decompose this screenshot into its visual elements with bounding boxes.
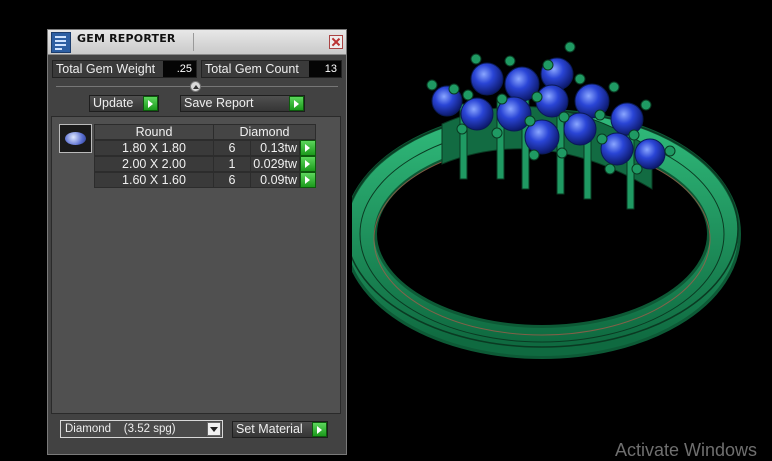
total-gem-weight: Total Gem Weight .25 xyxy=(52,60,197,78)
gem-weight: 0.029tw xyxy=(250,156,300,172)
round-gem-icon[interactable] xyxy=(59,124,92,153)
play-arrow-icon xyxy=(312,422,327,437)
gem-reporter-panel: GEM REPORTER Total Gem Weight .25 Total … xyxy=(47,29,347,455)
ring-model xyxy=(343,41,741,359)
gem-weight: 0.09tw xyxy=(250,172,300,188)
ring-band xyxy=(346,112,738,356)
gem-size: 1.60 X 1.60 xyxy=(94,172,214,188)
title-bar[interactable]: GEM REPORTER xyxy=(48,30,346,55)
window-title: GEM REPORTER xyxy=(77,32,176,45)
total-gem-weight-value: .25 xyxy=(163,61,196,77)
save-report-button[interactable]: Save Report xyxy=(180,95,305,112)
material-select-value: Diamond (3.52 spg) xyxy=(65,423,176,435)
title-divider xyxy=(193,33,194,51)
row-select-arrow-icon[interactable] xyxy=(300,172,316,188)
material-header: Diamond xyxy=(213,124,316,140)
update-button[interactable]: Update xyxy=(89,95,159,112)
total-gem-count: Total Gem Count 13 xyxy=(201,60,342,78)
save-report-label: Save Report xyxy=(184,96,254,110)
activate-windows-watermark: Activate Windows xyxy=(615,440,758,460)
play-arrow-icon xyxy=(143,96,158,111)
gem-count: 1 xyxy=(213,156,251,172)
play-arrow-icon xyxy=(289,96,304,111)
total-gem-weight-label: Total Gem Weight xyxy=(53,61,167,77)
close-button[interactable] xyxy=(329,35,343,49)
gem-list: Round Diamond 1.80 X 1.80 6 0.13tw 2.00 … xyxy=(51,116,341,414)
gem-size: 1.80 X 1.80 xyxy=(94,140,214,156)
gem-count: 6 xyxy=(213,172,251,188)
total-gem-count-value: 13 xyxy=(309,61,341,77)
set-material-button[interactable]: Set Material xyxy=(232,421,328,438)
gem-count: 6 xyxy=(213,140,251,156)
row-select-arrow-icon[interactable] xyxy=(300,156,316,172)
total-gem-count-label: Total Gem Count xyxy=(202,61,313,77)
collapse-toggle[interactable] xyxy=(190,81,201,92)
3d-viewport[interactable] xyxy=(343,29,772,455)
gem-size: 2.00 X 2.00 xyxy=(94,156,214,172)
update-label: Update xyxy=(93,96,134,110)
row-select-arrow-icon[interactable] xyxy=(300,140,316,156)
material-select[interactable]: Diamond (3.52 spg) xyxy=(60,420,223,438)
app-icon xyxy=(51,32,71,53)
chevron-down-icon[interactable] xyxy=(207,422,221,436)
set-material-label: Set Material xyxy=(236,422,303,436)
gem-weight: 0.13tw xyxy=(250,140,300,156)
shape-header: Round xyxy=(94,124,214,140)
